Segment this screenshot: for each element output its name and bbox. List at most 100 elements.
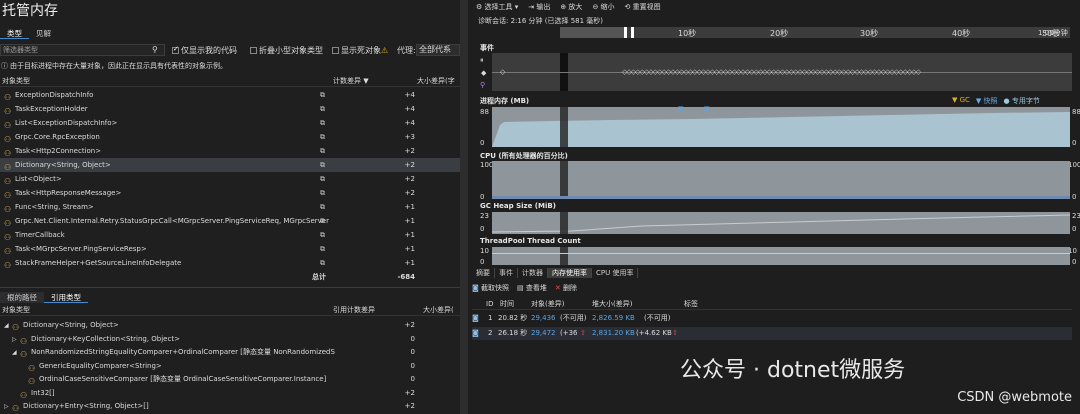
view-heap-button[interactable]: ▤ 查看堆 [517,283,547,293]
instance-icon[interactable]: ⧉ [320,172,330,186]
ref-row[interactable]: ▷ ⚇ Dictionary+Entry<String, Object>[] +2 [0,399,460,413]
tab-memory-usage[interactable]: 内存使用率 [548,268,592,278]
tab-types[interactable]: 类型 [0,28,29,39]
col-objects[interactable]: 对象(差异) [531,299,564,310]
threadpool-chart[interactable] [492,247,1070,265]
gc-chart[interactable] [491,212,1071,234]
col-count-diff[interactable]: 计数差异 ▼ [333,75,369,87]
table-row[interactable]: ⚇ Func<String, Stream> ⧉ +1 [0,200,460,214]
instance-icon[interactable]: ⧉ [320,144,330,158]
expand-icon[interactable]: ◢ [12,346,20,359]
col-id[interactable]: ID [486,299,493,310]
expand-icon[interactable]: ◢ [4,319,12,332]
col-ref-diff[interactable]: 引用计数差异 [333,304,375,316]
col-time[interactable]: 时间 [500,299,514,310]
snapshot-marker-icon[interactable]: ▼ [704,105,709,113]
snapshot-row[interactable]: ◙ 2 26.18 秒 29,472 (+36 ⇧ 2,831.20 KB (+4.62 KB… [472,327,1072,340]
table-row[interactable]: ⚇ Task<HttpResponseMessage> ⧉ +2 [0,186,460,200]
instance-icon[interactable]: ⧉ [320,158,330,172]
session-info: 诊断会话: 2:16 分钟 (已选择 581 毫秒) [478,17,604,25]
instance-icon[interactable]: ⧉ [320,88,330,102]
snapshot-heap[interactable]: 2,826.59 KB [592,312,635,325]
instance-icon[interactable]: ⧉ [320,214,330,228]
zoom-out-button[interactable]: ⊖ 缩小 [592,2,614,12]
snapshot-heap-diff[interactable]: (+4.62 KB [636,327,672,340]
tab-root-path[interactable]: 根的路径 [0,292,44,303]
table-row[interactable]: ⚇ Task<Http2Connection> ⧉ +2 [0,144,460,158]
csdn-credit: CSDN @webmote [957,390,1072,405]
collapse-small-checkbox[interactable]: 折叠小型对象类型 [250,45,323,56]
ref-row[interactable]: ◢ ⚇ Dictionary<String, Object> +2 [0,318,460,332]
table-row[interactable]: ⚇ Task<MGrpcServer.PingServiceResp> ⧉ +1 [0,242,460,256]
table-row[interactable]: ⚇ Grpc.Net.Client.Internal.Retry.StatusGr… [0,214,460,228]
col-heap[interactable]: 堆大小(差异) [592,299,632,310]
cpu-chart[interactable] [492,161,1070,199]
table-row[interactable]: ⚇ TaskExceptionHolder ⧉ +4 [0,102,460,116]
instance-icon[interactable]: ⧉ [320,130,330,144]
instance-icon[interactable]: ⧉ [320,242,330,256]
snapshot-objects[interactable]: 29,472 [531,327,556,340]
ref-row[interactable]: ◢ ⚇ NonRandomizedStringEqualityComparer+Or… [0,345,460,359]
zoom-in-button[interactable]: ⊕ 放大 [560,2,582,12]
table-row[interactable]: ⚇ Grpc.Core.RpcException ⧉ +3 [0,130,460,144]
select-tool-button[interactable]: ⚙ 选择工具 ▾ [476,2,518,12]
filter-input[interactable]: 筛选器类型 [0,44,165,56]
snapshot-objects[interactable]: 29,436 [531,312,556,325]
tab-ref-types[interactable]: 引用类型 [44,292,88,303]
agent-select[interactable]: 全部代系 [416,44,460,56]
tab-cpu-usage[interactable]: CPU 使用率 [592,268,639,278]
only-mine-checkbox[interactable]: 仅显示我的代码 [172,45,237,56]
expand-icon[interactable]: ▷ [4,400,12,413]
selection-marker[interactable] [631,27,634,38]
tab-counters[interactable]: 计数器 [518,268,548,278]
instance-icon[interactable]: ⧉ [320,102,330,116]
snapshot-marker-icon[interactable]: ▼ [678,105,683,113]
ref-row[interactable]: ⚇ OrdinalCaseSensitiveComparer [静态变量 Ordi… [0,372,460,386]
checkbox-icon [250,47,257,54]
expand-icon[interactable]: ▷ [12,333,20,346]
output-button[interactable]: ⇥ 输出 [528,2,550,12]
reset-view-button[interactable]: ⟲ 重置视图 [625,2,661,12]
delete-button[interactable]: ✕ 删除 [555,283,577,293]
table-row[interactable]: ⚇ TimerCallback ⧉ +1 [0,228,460,242]
take-snapshot-button[interactable]: ◙ 截取快照 [472,283,509,293]
instance-icon[interactable]: ⧉ [320,200,330,214]
table-row[interactable]: ⚇ Dictionary<String, Object> ⧉ +2 [0,158,460,172]
col-object-type[interactable]: 对象类型 [2,75,30,87]
instance-icon[interactable]: ⧉ [320,228,330,242]
selection-marker[interactable] [624,27,627,38]
col-tag[interactable]: 标签 [684,299,698,310]
events-track[interactable]: ◇ ◇◇◇◇◇◇◇◇◇◇◇◇◇◇◇◇◇◇◇◇◇◇◇◇◇◇◇◇◇◇◇◇◇◇◇◇◇◇◇… [492,53,1072,91]
legend-private-bytes: ● 专用字节 [1003,97,1040,105]
instance-icon[interactable]: ⧉ [320,186,330,200]
type-name: Func<String, Stream> [15,203,94,211]
table-row[interactable]: ⚇ ExceptionDispatchInfo ⧉ +4 [0,88,460,102]
splitter[interactable] [460,0,468,414]
tab-insights[interactable]: 见解 [29,28,58,39]
snapshot-row[interactable]: ◙ 1 20.82 秒 29,436 (不可用) 2,826.59 KB (不可用) [472,312,1072,325]
show-dead-checkbox[interactable]: 显示死对象⚠ [332,45,388,56]
snapshot-objects-diff[interactable]: (+36 [560,327,578,340]
instance-icon[interactable]: ⧉ [320,116,330,130]
table-row[interactable]: ⚇ StackFrameHelper+GetSourceLineInfoDeleg… [0,256,460,270]
search-icon[interactable]: ⚲ [152,45,158,54]
tab-events[interactable]: 事件 [495,268,518,278]
snapshot-heap[interactable]: 2,831.20 KB [592,327,635,340]
instance-icon[interactable]: ⧉ [320,256,330,270]
col-ref-size[interactable]: 大小差异( [423,304,454,316]
gc-min: 0 [480,225,485,233]
ref-row[interactable]: ⚇ Int32[] +2 [0,386,460,400]
table-row[interactable]: ⚇ List<ExceptionDispatchInfo> ⧉ +4 [0,116,460,130]
class-icon: ⚇ [4,219,12,228]
time-ruler[interactable]: 10秒 20秒 30秒 40秒 50秒 [560,27,1070,38]
col-ref-type[interactable]: 对象类型 [2,304,30,316]
tab-summary[interactable]: 摘要 [472,268,495,278]
gc-line-svg [491,212,1071,234]
memory-chart[interactable]: ▼ ▼ [492,105,1070,147]
ref-row[interactable]: ⚇ GenericEqualityComparer<String> 0 [0,359,460,373]
ref-type-name: Dictionary<String, Object> [23,321,119,329]
events-header: 事件 [480,44,494,52]
table-row[interactable]: ⚇ List<Object> ⧉ +2 [0,172,460,186]
ref-row[interactable]: ▷ ⚇ Dictionary+KeyCollection<String, Objec… [0,332,460,346]
col-size-diff[interactable]: 大小差异(字 [417,75,455,87]
